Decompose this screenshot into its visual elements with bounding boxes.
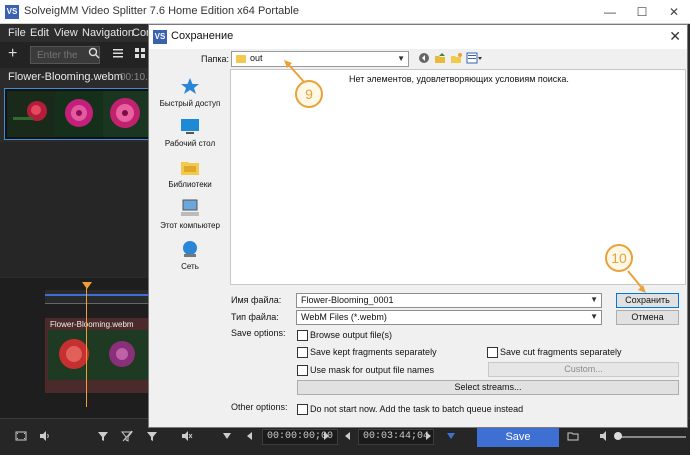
place-network[interactable]: Сеть xyxy=(151,240,229,271)
menu-view[interactable]: View xyxy=(54,27,78,39)
libraries-icon xyxy=(181,162,199,175)
file-type-select[interactable]: WebM Files (*.webm) ▼ xyxy=(296,310,602,325)
track-frame xyxy=(48,330,98,380)
app-titlebar: VS SolveigMM Video Splitter 7.6 Home Edi… xyxy=(0,0,690,24)
desktop-icon xyxy=(181,119,199,134)
place-label: Библиотеки xyxy=(168,180,212,189)
step-forward-icon[interactable] xyxy=(422,430,436,444)
place-label: Сеть xyxy=(181,262,199,271)
media-thumbnail-strip[interactable] xyxy=(4,88,151,140)
dialog-title: Сохранение xyxy=(171,30,234,42)
callout-badge: 10 xyxy=(605,244,633,272)
menu-navigation[interactable]: Navigation xyxy=(82,27,134,39)
place-quick-access[interactable]: Быстрый доступ xyxy=(151,77,229,108)
file-name-input[interactable]: Flower-Blooming_0001 ▼ xyxy=(296,293,602,308)
folder-dropdown[interactable]: out ▼ xyxy=(231,51,409,67)
app-title: SolveigMM Video Splitter 7.6 Home Editio… xyxy=(24,5,299,17)
media-header: Flower-Blooming.webm 00:10.2 xyxy=(0,68,153,86)
grid-view-icon[interactable] xyxy=(132,47,148,63)
add-file-button[interactable]: + xyxy=(8,45,17,63)
playhead[interactable] xyxy=(86,285,87,407)
place-label: Рабочий стол xyxy=(164,139,216,148)
folder-icon xyxy=(236,55,246,63)
other-options-label: Other options: xyxy=(231,402,288,412)
step-back-icon[interactable] xyxy=(340,430,354,444)
up-folder-icon[interactable] xyxy=(433,52,447,66)
custom-button[interactable]: Custom... xyxy=(488,362,679,377)
filter-off-icon[interactable] xyxy=(120,430,134,444)
maximize-button[interactable]: ☐ xyxy=(626,0,658,24)
volume-slider[interactable] xyxy=(618,436,686,438)
step-forward-icon[interactable] xyxy=(320,430,334,444)
selection-range xyxy=(45,294,150,304)
computer-icon xyxy=(181,199,199,216)
select-streams-button[interactable]: Select streams... xyxy=(297,380,679,395)
back-icon[interactable] xyxy=(417,52,431,66)
place-this-pc[interactable]: Этот компьютер xyxy=(151,199,229,230)
dialog-save-button[interactable]: Сохранить xyxy=(616,293,679,308)
star-icon xyxy=(181,78,199,94)
toolbar: + xyxy=(0,42,150,68)
minimize-button[interactable]: — xyxy=(594,0,626,24)
batch-queue-checkbox[interactable]: Do not start now. Add the task to batch … xyxy=(297,403,523,415)
step-back-icon[interactable] xyxy=(242,430,256,444)
save-dialog: VS Сохранение ✕ Папка: out ▼ Быстрый дос… xyxy=(148,24,688,428)
folder-value: out xyxy=(250,53,263,63)
save-options-label: Save options: xyxy=(231,328,286,338)
filter-icon[interactable] xyxy=(96,430,110,444)
folder-icon[interactable] xyxy=(566,430,580,444)
view-menu-icon[interactable] xyxy=(465,52,483,66)
menu-file[interactable]: File xyxy=(8,27,26,39)
place-desktop[interactable]: Рабочий стол xyxy=(151,117,229,148)
close-button[interactable]: ✕ xyxy=(658,0,690,24)
places-sidebar: Быстрый доступ Рабочий стол Библиотеки Э… xyxy=(151,69,229,285)
track-file-label: Flower-Blooming.webm xyxy=(50,320,134,329)
menu-edit[interactable]: Edit xyxy=(30,27,49,39)
dialog-titlebar: VS Сохранение ✕ xyxy=(149,25,687,49)
thumbnail-frame xyxy=(7,91,55,137)
dialog-cancel-button[interactable]: Отмена xyxy=(616,310,679,325)
place-label: Быстрый доступ xyxy=(159,99,221,108)
chevron-down-icon: ▼ xyxy=(590,295,598,304)
use-mask-checkbox[interactable]: Use mask for output file names xyxy=(297,364,434,376)
network-icon xyxy=(183,241,197,257)
folder-label: Папка: xyxy=(201,54,229,64)
file-type-value: WebM Files (*.webm) xyxy=(301,312,387,322)
menubar: File Edit View Navigation Com xyxy=(0,24,155,42)
place-libraries[interactable]: Библиотеки xyxy=(151,158,229,189)
callout-badge: 9 xyxy=(295,80,323,108)
mute-icon[interactable] xyxy=(180,430,194,444)
marker-out-icon[interactable] xyxy=(444,430,458,444)
list-view-icon[interactable] xyxy=(110,47,126,63)
audio-icon[interactable] xyxy=(38,430,52,444)
volume-slider-handle[interactable] xyxy=(614,432,622,440)
preview-panel xyxy=(0,142,150,277)
file-type-label: Тип файла: xyxy=(231,312,279,322)
place-label: Этот компьютер xyxy=(160,221,220,230)
browse-output-checkbox[interactable]: Browse output file(s) xyxy=(297,329,392,341)
save-button[interactable]: Save xyxy=(477,427,559,447)
app-logo: VS xyxy=(5,5,19,19)
playhead-handle[interactable] xyxy=(82,282,92,289)
marker-icon[interactable] xyxy=(145,430,159,444)
search-icon[interactable] xyxy=(86,47,102,63)
save-label: Save xyxy=(505,431,531,443)
save-kept-checkbox[interactable]: Save kept fragments separately xyxy=(297,346,437,358)
thumbnail-frame xyxy=(55,91,103,137)
chevron-down-icon: ▼ xyxy=(590,312,598,321)
save-cut-checkbox[interactable]: Save cut fragments separately xyxy=(487,346,622,358)
media-file-name: Flower-Blooming.webm xyxy=(8,71,123,83)
file-name-value: Flower-Blooming_0001 xyxy=(301,295,394,305)
dialog-logo: VS xyxy=(153,30,167,44)
filmstrip-icon[interactable] xyxy=(14,430,28,444)
marker-in-icon[interactable] xyxy=(220,430,234,444)
dialog-close-button[interactable]: ✕ xyxy=(669,28,681,45)
new-folder-icon[interactable] xyxy=(449,52,463,66)
volume-icon[interactable] xyxy=(598,430,612,444)
file-name-label: Имя файла: xyxy=(231,295,282,305)
thumbnail-frame xyxy=(103,91,151,137)
chevron-down-icon: ▼ xyxy=(397,54,405,63)
track-frame xyxy=(98,330,148,380)
